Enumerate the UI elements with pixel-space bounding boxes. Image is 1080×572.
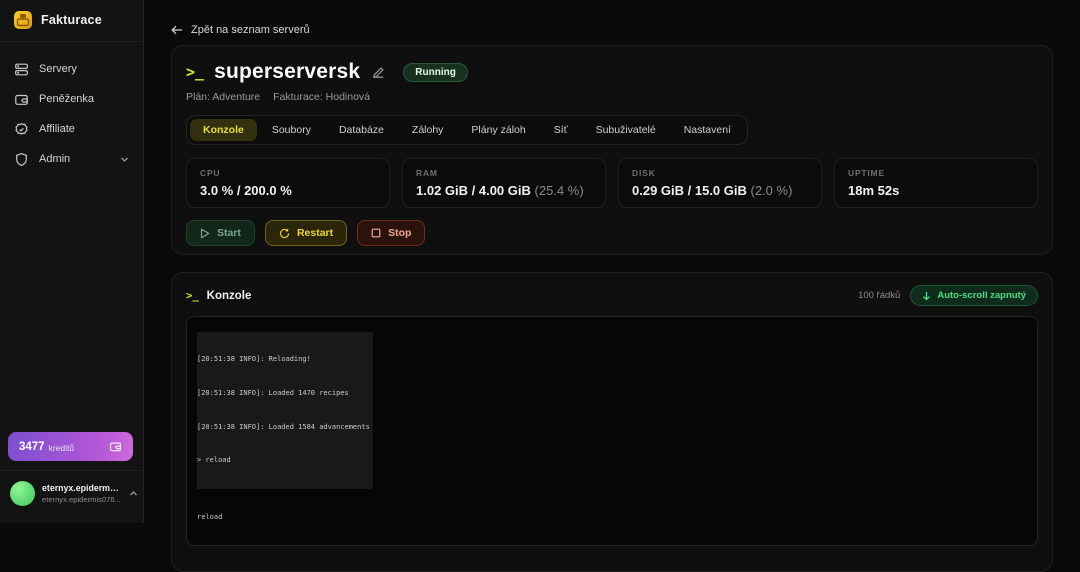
- autoscroll-label: Auto-scroll zapnutý: [937, 290, 1026, 301]
- console-selection: [20:51:38 INFO]: Reloading! [20:51:38 IN…: [197, 332, 373, 490]
- sidebar-item-affiliate[interactable]: Affiliate: [0, 114, 143, 144]
- server-name: superserversk: [214, 60, 360, 84]
- terminal-prompt-icon: >_: [186, 63, 204, 81]
- play-icon: [200, 228, 210, 239]
- stop-label: Stop: [388, 227, 411, 239]
- console-line: [20:51:38 INFO]: Loaded 1584 advancement…: [197, 422, 370, 433]
- arrow-left-icon: [171, 25, 183, 35]
- back-link[interactable]: Zpět na seznam serverů: [171, 24, 310, 36]
- tab-databaze[interactable]: Databáze: [326, 119, 397, 141]
- start-label: Start: [217, 227, 241, 239]
- stat-extra: (2.0 %): [751, 183, 793, 198]
- server-detail-page: { "brand": { "name": "Fakturace" }, "sid…: [0, 0, 1080, 523]
- main-content: Zpět na seznam serverů >_ superserversk …: [144, 0, 1080, 523]
- user-name: eternyx.epidermis...: [42, 483, 120, 493]
- lines-count: 100 řádků: [858, 290, 900, 301]
- avatar: [10, 481, 35, 506]
- stop-square-icon: [371, 228, 381, 238]
- sidebar-divider: [0, 470, 143, 471]
- stat-value: 1.02 GiB / 4.00 GiB (25.4 %): [416, 183, 592, 198]
- stat-value: 0.29 GiB / 15.0 GiB (2.0 %): [632, 183, 808, 198]
- server-meta-row: Plán: Adventure Fakturace: Hodinová: [186, 91, 1038, 103]
- sidebar-nav: Servery Peněženka Affiliate: [0, 42, 143, 174]
- admin-shield-icon: [14, 152, 29, 167]
- terminal-prompt-icon: >_: [186, 290, 199, 302]
- stat-extra: (25.4 %): [535, 183, 584, 198]
- server-actions: Start Restart Stop: [186, 220, 1038, 246]
- status-badge: Running: [403, 63, 468, 82]
- console-line: reload: [197, 512, 1027, 523]
- brand-name: Fakturace: [41, 13, 102, 27]
- stat-label: CPU: [200, 168, 376, 178]
- tab-nastaveni[interactable]: Nastavení: [671, 119, 744, 141]
- stat-value: 18m 52s: [848, 183, 1024, 198]
- restart-label: Restart: [297, 227, 333, 239]
- stat-card-disk: DISK 0.29 GiB / 15.0 GiB (2.0 %): [618, 158, 822, 208]
- sidebar-item-servery[interactable]: Servery: [0, 54, 143, 84]
- sidebar: Fakturace Servery Peněženka: [0, 0, 144, 523]
- brand-logo-icon: [13, 10, 33, 30]
- servers-icon: [14, 62, 29, 77]
- chevron-up-icon: [129, 489, 138, 498]
- credits-amount: 3477: [19, 441, 45, 453]
- console-header: >_ Konzole 100 řádků Auto-scroll zapnutý: [186, 285, 1038, 306]
- console-line: [20:51:39 INFO]: Reloading!: [197, 545, 1027, 546]
- stop-button[interactable]: Stop: [357, 220, 425, 246]
- stat-card-cpu: CPU 3.0 % / 200.0 %: [186, 158, 390, 208]
- wallet-icon: [14, 92, 29, 107]
- credits-badge[interactable]: 3477 kreditů: [8, 432, 133, 461]
- stat-label: DISK: [632, 168, 808, 178]
- autoscroll-toggle[interactable]: Auto-scroll zapnutý: [910, 285, 1038, 306]
- sidebar-item-label: Servery: [39, 63, 77, 75]
- console-line: > reload: [197, 455, 370, 466]
- plan-label: Plán: Adventure: [186, 91, 260, 103]
- affiliate-badge-icon: [14, 122, 29, 137]
- chevron-down-icon: [120, 155, 129, 164]
- stat-card-ram: RAM 1.02 GiB / 4.00 GiB (25.4 %): [402, 158, 606, 208]
- sidebar-item-label: Affiliate: [39, 123, 75, 135]
- brand-logo-row[interactable]: Fakturace: [0, 0, 143, 42]
- console-output[interactable]: [20:51:38 INFO]: Reloading! [20:51:38 IN…: [186, 316, 1038, 546]
- console-card: >_ Konzole 100 řádků Auto-scroll zapnutý…: [171, 272, 1053, 572]
- sidebar-item-label: Admin: [39, 153, 70, 165]
- server-title-row: >_ superserversk Running: [186, 60, 1038, 84]
- restart-button[interactable]: Restart: [265, 220, 347, 246]
- tab-sit[interactable]: Síť: [541, 119, 581, 141]
- user-meta: eternyx.epidermis... eternyx.epidermis07…: [42, 483, 121, 504]
- stat-card-uptime: UPTIME 18m 52s: [834, 158, 1038, 208]
- stat-value: 3.0 % / 200.0 %: [200, 183, 376, 198]
- sidebar-item-penezenka[interactable]: Peněženka: [0, 84, 143, 114]
- tab-plany-zaloh[interactable]: Plány záloh: [458, 119, 538, 141]
- stat-label: RAM: [416, 168, 592, 178]
- credits-unit: kreditů: [49, 443, 75, 453]
- tab-subuzivatele[interactable]: Subuživatelé: [583, 119, 669, 141]
- tab-zalohy[interactable]: Zálohy: [399, 119, 457, 141]
- console-line: [20:51:38 INFO]: Loaded 1470 recipes: [197, 388, 370, 399]
- tab-konzole[interactable]: Konzole: [190, 119, 257, 141]
- stat-label: UPTIME: [848, 168, 1024, 178]
- console-lines: [20:51:38 INFO]: Reloading! [20:51:38 IN…: [197, 316, 1027, 546]
- server-tabs: Konzole Soubory Databáze Zálohy Plány zá…: [186, 115, 748, 145]
- stats-row: CPU 3.0 % / 200.0 % RAM 1.02 GiB / 4.00 …: [186, 158, 1038, 208]
- user-menu[interactable]: eternyx.epidermis... eternyx.epidermis07…: [10, 481, 138, 506]
- sidebar-item-admin[interactable]: Admin: [0, 144, 143, 174]
- arrow-down-icon: [922, 291, 931, 301]
- tab-soubory[interactable]: Soubory: [259, 119, 324, 141]
- restart-icon: [279, 228, 290, 239]
- wallet-icon: [109, 440, 122, 453]
- console-title: Konzole: [207, 290, 252, 302]
- back-link-label: Zpět na seznam serverů: [191, 24, 310, 36]
- console-line: [20:51:38 INFO]: Reloading!: [197, 354, 370, 365]
- sidebar-item-label: Peněženka: [39, 93, 94, 105]
- start-button[interactable]: Start: [186, 220, 255, 246]
- user-subtitle: eternyx.epidermis076...: [42, 495, 121, 504]
- edit-pencil-icon[interactable]: [372, 66, 385, 79]
- billing-label: Fakturace: Hodinová: [273, 91, 370, 103]
- server-overview-card: >_ superserversk Running Plán: Adventure…: [171, 45, 1053, 255]
